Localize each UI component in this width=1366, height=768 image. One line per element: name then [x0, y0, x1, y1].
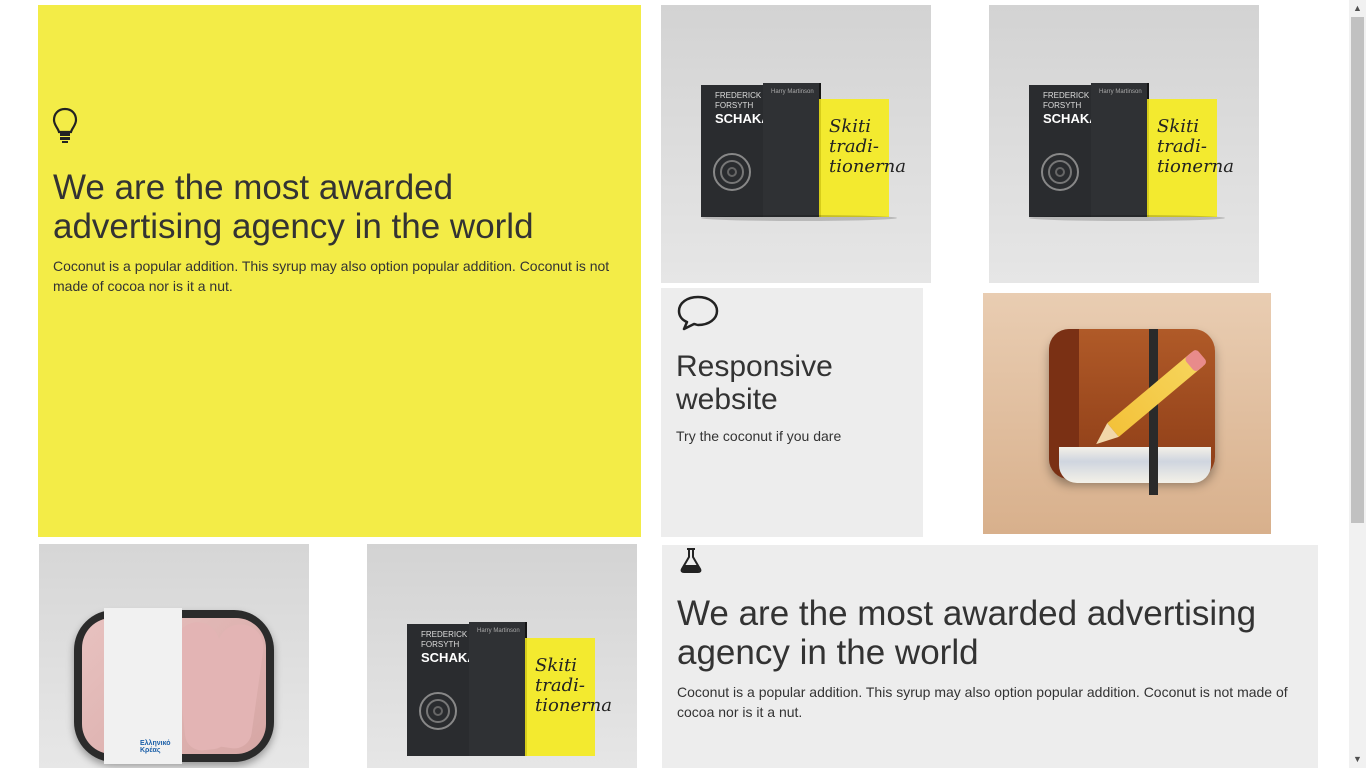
responsive-title: Responsive website [676, 350, 916, 416]
notebook-app-icon [1049, 329, 1215, 499]
portfolio-image-books-1[interactable]: FREDERICK FORSYTH SCHAKALEN Harry Martin… [661, 5, 931, 283]
feature-tile-main: We are the most awarded advertising agen… [38, 5, 641, 537]
scroll-up-arrow-icon[interactable]: ▲ [1349, 0, 1366, 17]
portfolio-image-chicken-tray[interactable]: Ελληνικό Κρέας [39, 544, 309, 768]
scroll-down-arrow-icon[interactable]: ▼ [1349, 751, 1366, 768]
portfolio-image-books-2[interactable]: FREDERICK FORSYTH SCHAKALEN Harry Martin… [989, 5, 1259, 283]
maze-emblem [1041, 153, 1079, 191]
maze-emblem [419, 692, 457, 730]
script-line-1: Skiti [829, 116, 871, 137]
script-line-3: tionerna [829, 156, 907, 177]
book-author: FREDERICK FORSYTH [1043, 91, 1090, 110]
script-line-2: tradi- [829, 136, 879, 157]
script-line-3: tionerna [1157, 156, 1235, 177]
books-shadow [1029, 215, 1225, 221]
page-scrollbar[interactable]: ▲ ▼ [1349, 0, 1366, 768]
book-script-title: Skiti tradi- tionerna [1157, 117, 1234, 177]
feature-tile-bottom: We are the most awarded advertising agen… [662, 545, 1318, 768]
book-script-title: Skiti tradi- tionerna [535, 656, 612, 716]
books-shadow [701, 215, 897, 221]
feature-bottom-description: Coconut is a popular addition. This syru… [677, 684, 1288, 720]
feature-title: We are the most awarded advertising agen… [53, 168, 534, 246]
feature-tile-responsive: Responsive website Try the coconut if yo… [661, 288, 923, 537]
responsive-title-line-1: Responsive [676, 350, 833, 383]
feature-bottom-title: We are the most awarded advertising agen… [677, 594, 1257, 672]
script-line-1: Skiti [1157, 116, 1199, 137]
book-martinson: Harry Martinson [1091, 83, 1149, 217]
responsive-description: Try the coconut if you dare [676, 428, 842, 444]
book-author-2: Harry Martinson [1099, 89, 1142, 95]
maze-emblem [713, 153, 751, 191]
scrollbar-thumb[interactable] [1351, 17, 1364, 523]
lightbulb-icon [52, 107, 78, 145]
book-author-2: Harry Martinson [771, 89, 814, 95]
script-line-2: tradi- [1157, 136, 1207, 157]
book-schakalen: FREDERICK FORSYTH SCHAKALEN [407, 624, 503, 756]
book-mockup: FREDERICK FORSYTH SCHAKALEN Harry Martin… [407, 622, 612, 764]
book-mockup: FREDERICK FORSYTH SCHAKALEN Harry Martin… [1029, 83, 1234, 225]
book-mockup: FREDERICK FORSYTH SCHAKALEN Harry Martin… [701, 83, 906, 225]
book-schakalen: FREDERICK FORSYTH SCHAKALEN [701, 85, 797, 217]
notebook-pages [1059, 447, 1211, 483]
book-martinson: Harry Martinson [469, 622, 527, 756]
tray-label-strip: Ελληνικό Κρέας [104, 608, 182, 764]
script-line-3: tionerna [535, 695, 613, 716]
book-author: FREDERICK FORSYTH [421, 630, 468, 649]
portfolio-image-books-3[interactable]: FREDERICK FORSYTH SCHAKALEN Harry Martin… [367, 544, 637, 768]
tray-brand: Ελληνικό Κρέας [140, 740, 171, 754]
book-author-2: Harry Martinson [477, 628, 520, 634]
flask-icon [679, 547, 703, 573]
responsive-title-line-2: website [676, 383, 778, 416]
book-tradi: Skiti tradi- tionerna [1147, 99, 1234, 217]
speech-bubble-icon [676, 294, 720, 332]
script-line-1: Skiti [535, 655, 577, 676]
book-author: FREDERICK FORSYTH [715, 91, 762, 110]
book-tradi: Skiti tradi- tionerna [819, 99, 906, 217]
notebook-strap [1149, 329, 1158, 495]
feature-description: Coconut is a popular addition. This syru… [53, 258, 610, 294]
script-line-2: tradi- [535, 675, 585, 696]
book-tradi: Skiti tradi- tionerna [525, 638, 612, 756]
portfolio-image-notebook[interactable] [983, 293, 1271, 534]
meat-tray: Ελληνικό Κρέας [74, 608, 274, 764]
book-schakalen: FREDERICK FORSYTH SCHAKALEN [1029, 85, 1125, 217]
book-martinson: Harry Martinson [763, 83, 821, 217]
book-script-title: Skiti tradi- tionerna [829, 117, 906, 177]
